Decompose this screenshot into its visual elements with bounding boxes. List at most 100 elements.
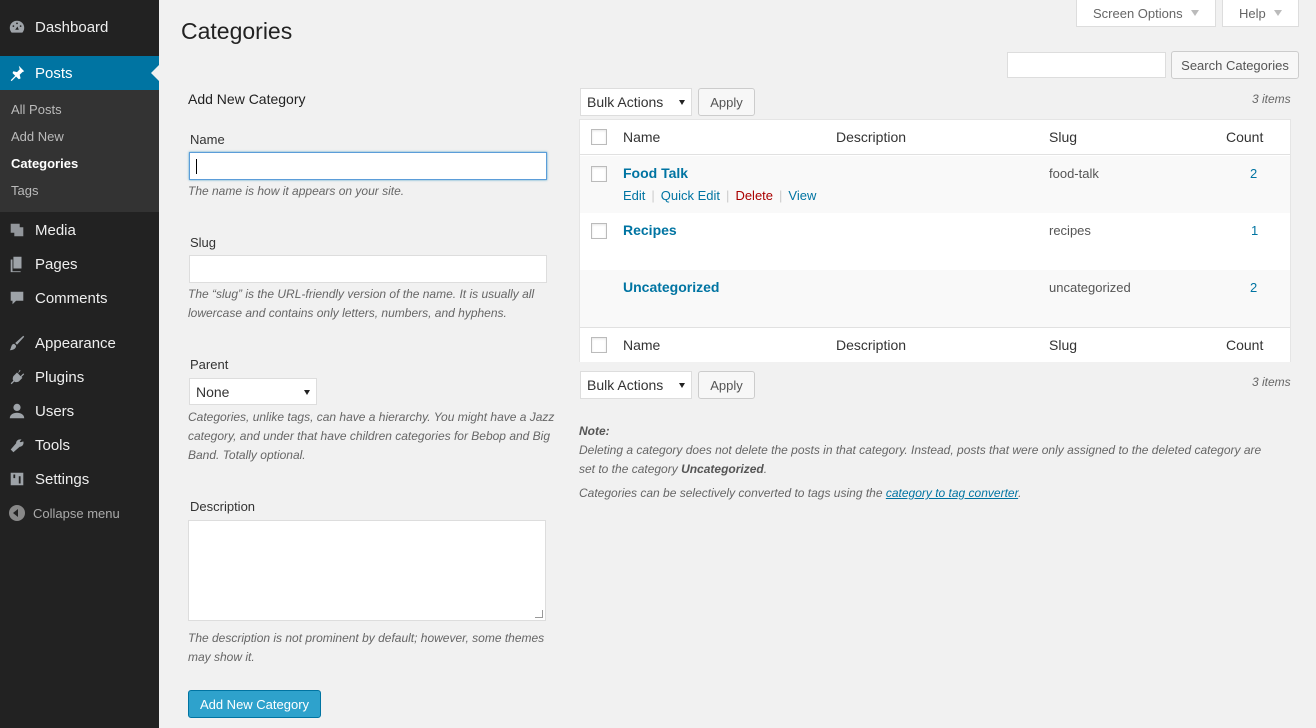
parent-help-line-3: Band. Totally optional. [188, 448, 306, 462]
menu-users[interactable]: Users [0, 394, 159, 428]
column-count[interactable]: Count [1226, 337, 1263, 353]
category-count-link[interactable]: 2 [1250, 166, 1257, 181]
resize-handle-icon[interactable] [535, 610, 543, 618]
category-slug: uncategorized [1049, 280, 1131, 295]
name-field[interactable] [189, 152, 547, 180]
category-name-link[interactable]: Recipes [623, 222, 677, 238]
note-line-3-prefix: Categories can be selectively converted … [579, 486, 886, 500]
column-name[interactable]: Name [623, 337, 660, 353]
slug-field[interactable] [189, 255, 547, 283]
dropdown-arrow-icon [679, 383, 685, 388]
parent-select-value: None [196, 383, 230, 400]
add-new-category-button[interactable]: Add New Category [188, 690, 321, 718]
menu-posts[interactable]: Posts [0, 56, 159, 90]
text-cursor [196, 159, 197, 174]
submenu-all-posts[interactable]: All Posts [11, 102, 62, 117]
column-count[interactable]: Count [1226, 129, 1263, 145]
menu-posts-label: Posts [35, 64, 73, 82]
apply-button-top[interactable]: Apply [698, 88, 755, 116]
menu-pages[interactable]: Pages [0, 247, 159, 281]
menu-media[interactable]: Media [0, 213, 159, 247]
category-slug: food-talk [1049, 166, 1099, 181]
note-line-3-suffix: . [1018, 486, 1022, 500]
edit-link[interactable]: Edit [623, 188, 645, 203]
column-slug[interactable]: Slug [1049, 129, 1077, 145]
screen-options-label: Screen Options [1093, 5, 1183, 21]
submenu-add-new[interactable]: Add New [11, 129, 64, 144]
column-name[interactable]: Name [623, 129, 660, 145]
parent-help-line-2: category, and under that have children c… [188, 429, 551, 443]
menu-appearance-label: Appearance [35, 334, 116, 352]
column-description[interactable]: Description [836, 129, 906, 145]
category-slug: recipes [1049, 223, 1091, 238]
dropdown-arrow-icon [679, 100, 685, 105]
add-category-heading: Add New Category [188, 91, 306, 107]
search-input[interactable] [1007, 52, 1166, 78]
help-tab[interactable]: Help [1222, 0, 1299, 27]
note-line-2-prefix: set to the category [579, 462, 682, 476]
category-name-link[interactable]: Food Talk [623, 165, 688, 181]
help-label: Help [1239, 5, 1266, 21]
row-checkbox[interactable] [591, 223, 607, 239]
note-label: Note: [579, 424, 610, 438]
description-label: Description [190, 499, 256, 514]
select-all-checkbox[interactable] [591, 129, 607, 145]
category-to-tag-converter-link[interactable]: category to tag converter [886, 486, 1018, 500]
menu-dashboard-label: Dashboard [35, 18, 109, 36]
submenu-tags[interactable]: Tags [11, 183, 38, 198]
parent-select[interactable]: None [189, 378, 317, 405]
items-count-top: 3 items [1252, 92, 1291, 106]
slug-help-line-1: The “slug” is the URL-friendly version o… [188, 287, 535, 301]
menu-dashboard[interactable]: Dashboard [0, 10, 159, 44]
wrench-icon [7, 435, 27, 455]
parent-help-line-1: Categories, unlike tags, can have a hier… [188, 410, 555, 424]
column-slug[interactable]: Slug [1049, 337, 1077, 353]
description-textarea[interactable] [188, 520, 546, 621]
menu-settings[interactable]: Settings [0, 462, 159, 496]
screen-options-tab[interactable]: Screen Options [1076, 0, 1216, 27]
note-line-2: set to the category Uncategorized. [579, 460, 767, 479]
quick-edit-link[interactable]: Quick Edit [661, 188, 720, 203]
menu-plugins[interactable]: Plugins [0, 360, 159, 394]
apply-button-bottom[interactable]: Apply [698, 371, 755, 399]
settings-sliders-icon [7, 469, 27, 489]
chevron-down-icon [1273, 10, 1282, 16]
note-heading: Note: [579, 422, 610, 441]
menu-tools[interactable]: Tools [0, 428, 159, 462]
note-uncategorized: Uncategorized [681, 462, 764, 476]
collapse-arrow-icon [9, 505, 25, 521]
menu-media-label: Media [35, 221, 76, 239]
comment-bubble-icon [7, 288, 27, 308]
select-all-checkbox-bottom[interactable] [591, 337, 607, 353]
note-line-1: Deleting a category does not delete the … [579, 443, 1262, 457]
items-count-bottom: 3 items [1252, 375, 1291, 389]
bulk-actions-select-top[interactable]: Bulk Actions [580, 88, 692, 116]
pages-icon [7, 254, 27, 274]
view-link[interactable]: View [788, 188, 816, 203]
table-footer: Name Description Slug Count [580, 327, 1290, 362]
chevron-down-icon [1190, 10, 1199, 16]
search-categories-button[interactable]: Search Categories [1171, 51, 1299, 79]
menu-comments[interactable]: Comments [0, 281, 159, 315]
media-icon [7, 220, 27, 240]
column-description[interactable]: Description [836, 337, 906, 353]
name-label: Name [190, 132, 225, 147]
row-checkbox[interactable] [591, 166, 607, 182]
separator: | [726, 188, 730, 203]
slug-label: Slug [190, 235, 217, 250]
menu-settings-label: Settings [35, 470, 90, 488]
submenu-categories[interactable]: Categories [11, 156, 78, 171]
separator: | [651, 188, 655, 203]
collapse-menu-button[interactable]: Collapse menu [0, 500, 159, 526]
slug-help-line-2: lowercase and contains only letters, num… [188, 306, 507, 320]
posts-submenu: All Posts Add New Categories Tags [0, 90, 159, 212]
dropdown-arrow-icon [304, 390, 310, 395]
bulk-actions-select-bottom[interactable]: Bulk Actions [580, 371, 692, 399]
category-count-link[interactable]: 1 [1251, 223, 1258, 238]
delete-link[interactable]: Delete [735, 188, 773, 203]
category-count-link[interactable]: 2 [1250, 280, 1257, 295]
category-name-link[interactable]: Uncategorized [623, 279, 719, 295]
plug-icon [7, 367, 27, 387]
menu-users-label: Users [35, 402, 75, 420]
menu-appearance[interactable]: Appearance [0, 326, 159, 360]
